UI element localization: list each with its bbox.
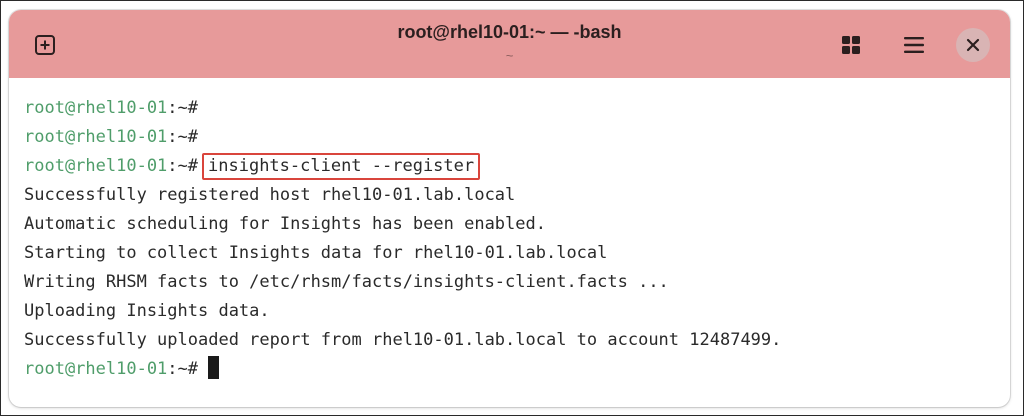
prompt-line: root@rhel10-01:~#: [24, 123, 1010, 152]
title-bar[interactable]: root@rhel10-01:~ — -bash ~: [9, 10, 1010, 78]
terminal-output-area[interactable]: root@rhel10-01:~# root@rhel10-01:~# root…: [9, 78, 1010, 407]
close-button[interactable]: [956, 28, 990, 62]
prompt-user: root@rhel10-01: [24, 98, 168, 118]
main-menu-button[interactable]: [898, 29, 930, 61]
output-line: Automatic scheduling for Insights has be…: [24, 214, 546, 234]
prompt-user: root@rhel10-01: [24, 156, 168, 176]
output-line: Writing RHSM facts to /etc/rhsm/facts/in…: [24, 272, 669, 292]
command-line: root@rhel10-01:~# insights-client --regis…: [24, 152, 1010, 181]
output-line: Successfully registered host rhel10-01.l…: [24, 185, 516, 205]
close-icon: [966, 38, 980, 52]
prompt-path: :~#: [167, 127, 199, 147]
screenshot-frame: root@rhel10-01:~ — -bash ~ root@rhel10-0…: [0, 0, 1024, 416]
tab-overview-button[interactable]: [835, 29, 867, 61]
prompt-user: root@rhel10-01: [24, 359, 168, 379]
text-cursor: [208, 356, 220, 379]
prompt-path: :~#: [167, 359, 199, 379]
output-line: Starting to collect Insights data for rh…: [24, 243, 608, 263]
hamburger-menu-icon: [904, 37, 924, 53]
terminal-window: root@rhel10-01:~ — -bash ~ root@rhel10-0…: [9, 10, 1010, 407]
prompt-user: root@rhel10-01: [24, 127, 168, 147]
prompt-line: root@rhel10-01:~#: [24, 94, 1010, 123]
output-line: Uploading Insights data.: [24, 301, 270, 321]
grid-icon: [842, 36, 860, 54]
prompt-line: root@rhel10-01:~#: [24, 355, 1010, 384]
prompt-path: :~#: [167, 98, 199, 118]
highlighted-command: insights-client --register: [202, 153, 481, 180]
output-line: Successfully uploaded report from rhel10…: [24, 330, 782, 350]
prompt-path: :~#: [167, 156, 199, 176]
